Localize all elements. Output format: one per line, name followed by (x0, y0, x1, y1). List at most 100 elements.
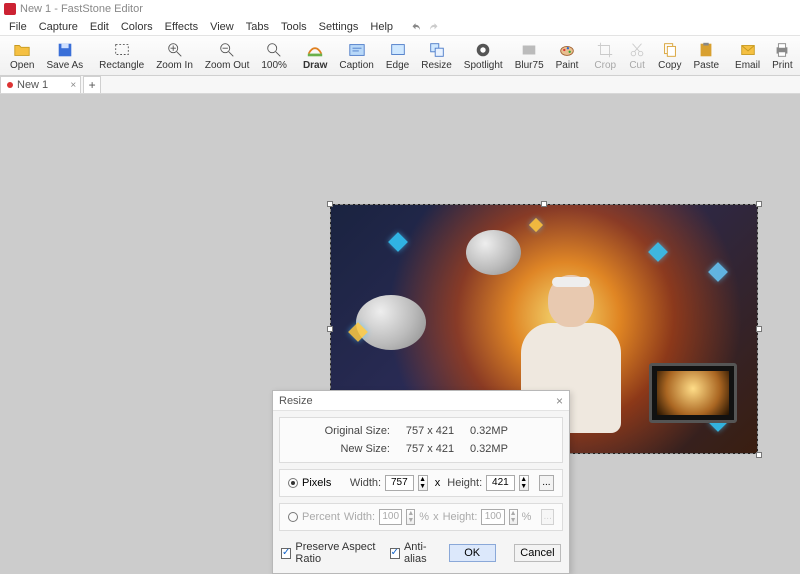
pixels-panel: Pixels Width: 757 ▲▼ x Height: 421 ▲▼ ..… (279, 469, 563, 497)
percent-radio[interactable]: Percent (288, 511, 340, 523)
resize-icon (428, 41, 446, 59)
titlebar: New 1 - FastStone Editor (0, 0, 800, 18)
paste-icon (697, 41, 715, 59)
height-label-pct: Height: (443, 511, 478, 523)
new-size-value: 757 x 421 (390, 443, 470, 455)
menu-capture[interactable]: Capture (34, 20, 83, 34)
resize-handle[interactable] (756, 326, 762, 332)
blur-button[interactable]: Blur75 (509, 37, 550, 75)
resize-dialog: Resize × Original Size: 757 x 421 0.32MP… (272, 390, 570, 574)
menu-help[interactable]: Help (365, 20, 398, 34)
size-info-panel: Original Size: 757 x 421 0.32MP New Size… (279, 417, 563, 463)
floating-object-icon (356, 295, 426, 350)
paint-button[interactable]: Paint (550, 37, 585, 75)
copy-button[interactable]: Copy (652, 37, 687, 75)
paint-icon (558, 41, 576, 59)
presets-pct-button: ... (541, 509, 554, 525)
new-size-mp: 0.32MP (470, 443, 530, 455)
presets-button[interactable]: ... (539, 475, 554, 491)
caption-button[interactable]: Caption (333, 37, 379, 75)
redo-icon[interactable] (427, 21, 439, 33)
copy-icon (661, 41, 679, 59)
email-button[interactable]: Email (729, 37, 766, 75)
resize-handle[interactable] (327, 326, 333, 332)
resize-handle[interactable] (756, 201, 762, 207)
zoomin-button[interactable]: Zoom In (150, 37, 199, 75)
edge-button[interactable]: Edge (380, 37, 415, 75)
caption-icon (348, 41, 366, 59)
modified-dot-icon (7, 82, 13, 88)
cut-button: Cut (622, 37, 652, 75)
height-px-input[interactable]: 421 (486, 475, 514, 491)
original-size-value: 757 x 421 (390, 425, 470, 437)
menu-edit[interactable]: Edit (85, 20, 114, 34)
print-icon (773, 41, 791, 59)
cut-icon (628, 41, 646, 59)
zoom-in-icon (166, 41, 184, 59)
tabbar: New 1 × + (0, 76, 800, 94)
menu-settings[interactable]: Settings (314, 20, 364, 34)
height-px-spinner[interactable]: ▲▼ (519, 475, 529, 491)
tab-new1[interactable]: New 1 × (0, 76, 81, 93)
width-px-spinner[interactable]: ▲▼ (418, 475, 428, 491)
paste-button[interactable]: Paste (687, 37, 725, 75)
width-label-pct: Width: (344, 511, 375, 523)
width-pct-input: 100 (379, 509, 402, 525)
dialog-bottom: ✓Preserve Aspect Ratio ✓Anti-alias OK Ca… (273, 537, 569, 573)
draw-icon (306, 41, 324, 59)
menu-file[interactable]: File (4, 20, 32, 34)
resize-handle[interactable] (541, 201, 547, 207)
antialias-checkbox[interactable]: ✓Anti-alias (390, 541, 437, 565)
dialog-title: Resize (279, 395, 313, 407)
tab-close-icon[interactable]: × (70, 80, 76, 91)
rectangle-select-icon (113, 41, 131, 59)
crop-icon (596, 41, 614, 59)
dialog-titlebar[interactable]: Resize × (273, 391, 569, 411)
resize-handle[interactable] (327, 201, 333, 207)
email-icon (739, 41, 757, 59)
zoom100-button[interactable]: 100% (255, 37, 293, 75)
width-pct-spinner: ▲▼ (406, 509, 415, 525)
toolbar: Open Save As Rectangle Zoom In Zoom Out … (0, 36, 800, 76)
edge-icon (389, 41, 407, 59)
height-label: Height: (447, 477, 482, 489)
undo-icon[interactable] (411, 21, 423, 33)
pct-label2: % (522, 511, 532, 523)
width-px-input[interactable]: 757 (385, 475, 413, 491)
menu-colors[interactable]: Colors (116, 20, 158, 34)
open-button[interactable]: Open (4, 37, 40, 75)
zoomout-button[interactable]: Zoom Out (199, 37, 255, 75)
menu-effects[interactable]: Effects (160, 20, 203, 34)
blur-icon (520, 41, 538, 59)
floating-object-icon (466, 230, 521, 275)
zoom-out-icon (218, 41, 236, 59)
print-button[interactable]: Print (766, 37, 799, 75)
tab-label: New 1 (17, 79, 48, 91)
zoom-100-icon (265, 41, 283, 59)
draw-button[interactable]: Draw (297, 37, 333, 75)
menu-tools[interactable]: Tools (276, 20, 312, 34)
menu-tabs[interactable]: Tabs (241, 20, 274, 34)
ok-button[interactable]: OK (449, 544, 496, 562)
spotlight-button[interactable]: Spotlight (458, 37, 509, 75)
saveas-button[interactable]: Save As (40, 37, 89, 75)
tab-add-button[interactable]: + (83, 76, 101, 93)
monitor-illustration (649, 363, 737, 423)
cancel-button[interactable]: Cancel (514, 544, 561, 562)
dialog-close-icon[interactable]: × (556, 394, 563, 408)
app-logo-icon (4, 3, 16, 15)
menu-view[interactable]: View (205, 20, 239, 34)
spotlight-icon (474, 41, 492, 59)
new-size-label: New Size: (280, 443, 390, 455)
preserve-aspect-checkbox[interactable]: ✓Preserve Aspect Ratio (281, 541, 378, 565)
menubar: File Capture Edit Colors Effects View Ta… (0, 18, 800, 36)
x-label-pct: x (433, 511, 439, 523)
pixels-radio[interactable]: Pixels (288, 477, 344, 489)
resize-button[interactable]: Resize (415, 37, 458, 75)
pct-label: % (419, 511, 429, 523)
crop-button: Crop (588, 37, 622, 75)
x-label: x (432, 477, 444, 489)
height-pct-spinner: ▲▼ (509, 509, 518, 525)
rectangle-button[interactable]: Rectangle (93, 37, 150, 75)
resize-handle[interactable] (756, 452, 762, 458)
